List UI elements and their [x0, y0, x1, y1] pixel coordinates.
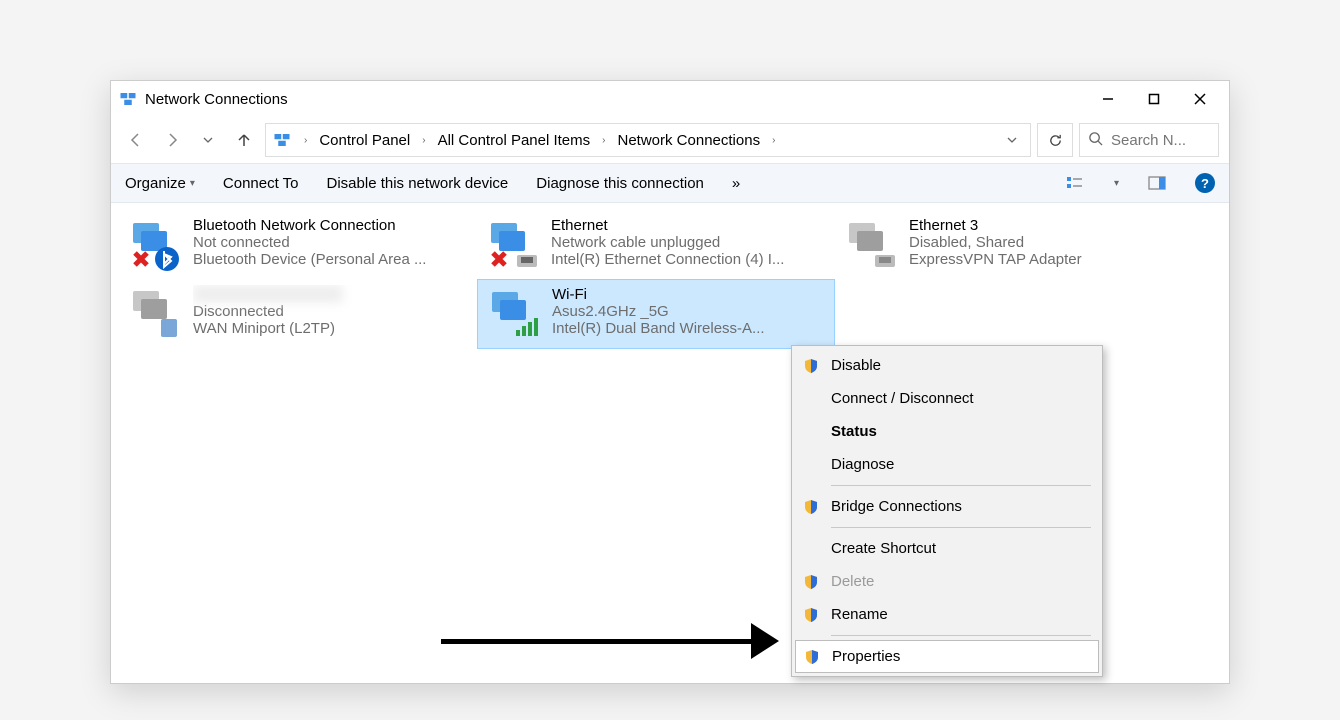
recent-dropdown[interactable]	[193, 125, 223, 155]
organize-button[interactable]: Organize▾	[125, 175, 195, 192]
menu-separator	[831, 485, 1091, 486]
bluetooth-network-icon	[127, 217, 183, 273]
content-area: Bluetooth Network Connection Not connect…	[111, 203, 1229, 683]
connection-title: Wi-Fi	[552, 286, 826, 303]
connection-item-wifi[interactable]: Wi-Fi Asus2.4GHz _5G Intel(R) Dual Band …	[477, 279, 835, 349]
connection-status: Not connected	[193, 234, 469, 251]
connection-device: ExpressVPN TAP Adapter	[909, 251, 1185, 268]
close-button[interactable]	[1177, 84, 1223, 114]
connection-item-ethernet[interactable]: Ethernet Network cable unplugged Intel(R…	[477, 211, 835, 279]
menu-separator	[831, 635, 1091, 636]
view-dropdown-icon[interactable]: ▾	[1114, 178, 1119, 189]
menu-label: Connect / Disconnect	[831, 390, 974, 407]
help-icon[interactable]: ?	[1195, 173, 1215, 193]
back-button[interactable]	[121, 125, 151, 155]
toolbar: Organize▾ Connect To Disable this networ…	[111, 163, 1229, 203]
window-icon	[119, 90, 137, 108]
shield-icon	[801, 497, 821, 517]
breadcrumb-dropdown[interactable]	[1000, 132, 1024, 148]
connection-title: Ethernet 3	[909, 217, 1185, 234]
connection-status: Disconnected	[193, 303, 469, 320]
connection-title: Ethernet	[551, 217, 827, 234]
breadcrumb-item[interactable]: Network Connections	[614, 130, 765, 151]
menu-label: Delete	[831, 573, 874, 590]
wifi-icon	[486, 286, 542, 342]
chevron-right-icon: ›	[418, 135, 429, 146]
connection-item-bluetooth[interactable]: Bluetooth Network Connection Not connect…	[119, 211, 477, 279]
menu-delete: Delete	[795, 565, 1099, 598]
wan-miniport-icon	[127, 285, 183, 341]
connection-device: WAN Miniport (L2TP)	[193, 320, 469, 337]
connection-device: Bluetooth Device (Personal Area ...	[193, 251, 469, 268]
network-connections-window: Network Connections › Control	[110, 80, 1230, 684]
connect-to-button[interactable]: Connect To	[223, 175, 299, 192]
maximize-button[interactable]	[1131, 84, 1177, 114]
connection-item-wan[interactable]: Disconnected WAN Miniport (L2TP)	[119, 279, 477, 349]
breadcrumb-item[interactable]: All Control Panel Items	[434, 130, 595, 151]
connection-status: Disabled, Shared	[909, 234, 1185, 251]
titlebar: Network Connections	[111, 81, 1229, 117]
menu-label: Properties	[832, 648, 900, 665]
menu-properties[interactable]: Properties	[795, 640, 1099, 673]
shield-icon	[801, 605, 821, 625]
menu-disable[interactable]: Disable	[795, 349, 1099, 382]
shield-icon	[802, 647, 822, 667]
shield-icon	[801, 356, 821, 376]
menu-label: Diagnose	[831, 456, 894, 473]
chevron-right-icon: ›	[598, 135, 609, 146]
menu-label: Rename	[831, 606, 888, 623]
menu-label: Disable	[831, 357, 881, 374]
menu-diagnose[interactable]: Diagnose	[795, 448, 1099, 481]
forward-button[interactable]	[157, 125, 187, 155]
menu-status[interactable]: Status	[795, 415, 1099, 448]
up-button[interactable]	[229, 125, 259, 155]
menu-label: Status	[831, 423, 877, 440]
refresh-button[interactable]	[1037, 123, 1073, 157]
connection-title-blurred	[193, 285, 343, 303]
preview-pane-icon[interactable]	[1147, 173, 1167, 193]
connection-title: Bluetooth Network Connection	[193, 217, 469, 234]
connection-status: Asus2.4GHz _5G	[552, 303, 826, 320]
search-box[interactable]	[1079, 123, 1219, 157]
ethernet-icon	[485, 217, 541, 273]
search-input[interactable]	[1111, 132, 1210, 149]
minimize-button[interactable]	[1085, 84, 1131, 114]
connection-device: Intel(R) Dual Band Wireless-A...	[552, 320, 826, 337]
breadcrumb[interactable]: › Control Panel › All Control Panel Item…	[265, 123, 1031, 157]
toolbar-overflow[interactable]: »	[732, 175, 740, 192]
view-options-icon[interactable]	[1066, 173, 1086, 193]
connections-grid: Bluetooth Network Connection Not connect…	[119, 211, 1221, 349]
connection-item-ethernet3[interactable]: Ethernet 3 Disabled, Shared ExpressVPN T…	[835, 211, 1193, 279]
chevron-right-icon: ›	[768, 135, 779, 146]
menu-create-shortcut[interactable]: Create Shortcut	[795, 532, 1099, 565]
menu-separator	[831, 527, 1091, 528]
menu-label: Bridge Connections	[831, 498, 962, 515]
connection-status: Network cable unplugged	[551, 234, 827, 251]
context-menu: Disable Connect / Disconnect Status Diag…	[791, 345, 1103, 677]
annotation-arrow	[441, 623, 779, 659]
ethernet-disabled-icon	[843, 217, 899, 273]
addressbar: › Control Panel › All Control Panel Item…	[111, 117, 1229, 163]
menu-connect-disconnect[interactable]: Connect / Disconnect	[795, 382, 1099, 415]
menu-bridge-connections[interactable]: Bridge Connections	[795, 490, 1099, 523]
search-icon	[1088, 131, 1103, 149]
shield-icon	[801, 572, 821, 592]
window-title: Network Connections	[145, 91, 288, 108]
diagnose-button[interactable]: Diagnose this connection	[536, 175, 704, 192]
menu-label: Create Shortcut	[831, 540, 936, 557]
breadcrumb-item[interactable]: Control Panel	[315, 130, 414, 151]
breadcrumb-icon	[272, 130, 292, 150]
connection-device: Intel(R) Ethernet Connection (4) I...	[551, 251, 827, 268]
chevron-right-icon: ›	[300, 135, 311, 146]
menu-rename[interactable]: Rename	[795, 598, 1099, 631]
disable-device-button[interactable]: Disable this network device	[327, 175, 509, 192]
